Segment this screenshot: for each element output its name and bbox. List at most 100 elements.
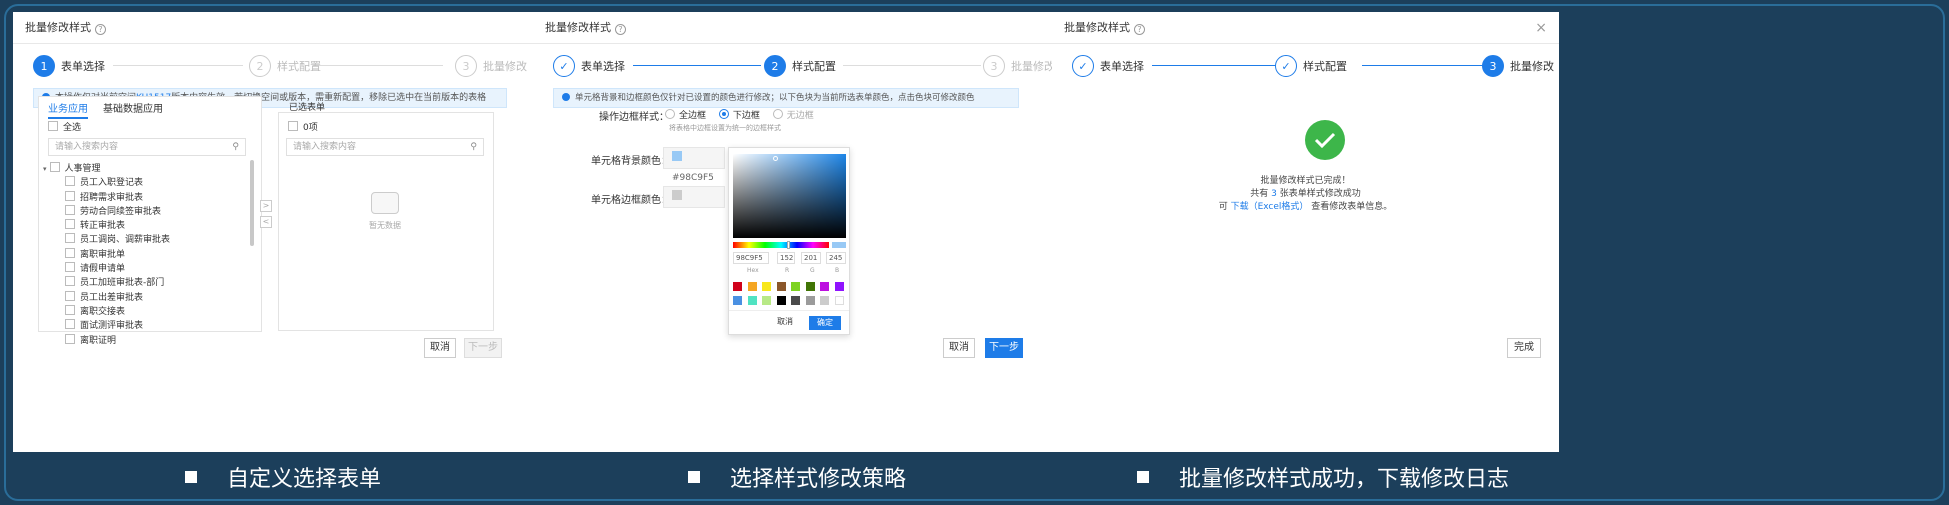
checkbox[interactable]	[65, 176, 75, 187]
caption-text: 批量修改样式成功，下载修改日志	[1179, 467, 1510, 492]
selected-search-input[interactable]: 请输入搜索内容 ⚲	[286, 138, 484, 156]
tab-business-apps[interactable]: 业务应用	[48, 100, 88, 119]
preset-color-swatch[interactable]	[747, 282, 757, 291]
tree-item[interactable]: 招聘需求审批表	[43, 190, 170, 205]
move-right-button[interactable]: >	[260, 200, 272, 212]
checkbox[interactable]	[65, 333, 75, 344]
tree-item[interactable]: 面试测评审批表	[43, 319, 170, 333]
tree-item[interactable]: 员工入职登记表	[43, 176, 170, 190]
bg-color-field[interactable]: #98C9F5	[663, 147, 725, 183]
radio[interactable]	[718, 109, 729, 119]
hue-slider[interactable]	[733, 242, 829, 248]
source-search-input[interactable]: 请输入搜索内容 ⚲	[48, 138, 246, 156]
checkbox[interactable]	[65, 319, 75, 330]
checkbox[interactable]	[65, 247, 75, 258]
cancel-button[interactable]: 取消	[424, 338, 456, 358]
done-button[interactable]: 完成	[1507, 338, 1541, 358]
step-3: 3 批量修改	[1482, 52, 1554, 80]
tab-basic-data-apps[interactable]: 基础数据应用	[103, 100, 163, 115]
radio-all-border[interactable]: 全边框	[665, 109, 706, 121]
checkbox[interactable]	[65, 219, 75, 230]
checkbox[interactable]	[49, 162, 60, 172]
caption-text: 选择样式修改策略	[730, 467, 907, 492]
next-button[interactable]: 下一步	[985, 338, 1023, 358]
cancel-button[interactable]: 取消	[943, 338, 975, 358]
preset-color-swatch[interactable]	[776, 296, 786, 305]
checkbox[interactable]	[288, 121, 298, 131]
color-swatch[interactable]	[672, 190, 682, 200]
caption-text: 自定义选择表单	[227, 467, 382, 492]
checkbox[interactable]	[65, 190, 75, 201]
move-left-button[interactable]: <	[260, 216, 272, 228]
preset-color-swatch[interactable]	[776, 282, 786, 291]
tree-item[interactable]: 请假申请单	[43, 262, 170, 276]
checkbox[interactable]	[65, 304, 75, 315]
preset-color-swatch[interactable]	[733, 282, 742, 291]
border-style-radio-group: 全边框 下边框 无边框	[665, 108, 814, 121]
preset-color-swatch[interactable]	[762, 282, 771, 291]
preset-color-swatch[interactable]	[820, 282, 829, 291]
dialog-title: 批量修改样式	[545, 21, 611, 34]
preset-color-swatch[interactable]	[820, 296, 829, 305]
preset-color-swatch[interactable]	[791, 282, 800, 291]
tree-item[interactable]: 离职交接表	[43, 304, 170, 319]
saturation-value-area[interactable]	[733, 154, 846, 238]
help-icon[interactable]: ?	[615, 24, 626, 35]
step-label: 样式配置	[792, 60, 836, 73]
tree-item[interactable]: 员工加班审批表-部门	[43, 276, 170, 290]
close-icon[interactable]: ×	[1535, 12, 1547, 44]
help-icon[interactable]: ?	[95, 24, 106, 35]
radio-label: 无边框	[786, 111, 814, 121]
step-connector	[313, 65, 443, 66]
r-input[interactable]: 152	[777, 252, 795, 264]
checkbox[interactable]	[65, 276, 75, 287]
preset-color-swatch[interactable]	[762, 296, 771, 305]
caption-1: 自定义选择表单	[185, 458, 381, 496]
radio[interactable]	[772, 109, 783, 119]
hex-input[interactable]: 98C9F5	[733, 252, 769, 264]
download-excel-link[interactable]: 下载（Excel格式）	[1231, 202, 1309, 212]
tree-item[interactable]: 员工调岗、调薪审批表	[43, 233, 170, 247]
dialog-batch-result: 批量修改样式? × ✓ 表单选择 ✓ 样式配置 3 批量修改 批量修改样式已完成…	[1052, 12, 1559, 452]
preset-color-swatch[interactable]	[834, 296, 844, 305]
color-swatch[interactable]	[672, 151, 682, 161]
preset-color-swatch[interactable]	[834, 282, 844, 291]
hue-handle[interactable]	[787, 241, 790, 249]
preset-color-swatch[interactable]	[805, 296, 815, 305]
g-input[interactable]: 201	[801, 252, 821, 264]
tree-item[interactable]: 离职审批单	[43, 247, 170, 262]
preset-color-swatch[interactable]	[733, 296, 742, 305]
preset-color-swatch[interactable]	[747, 296, 757, 305]
caret-down-icon[interactable]: ▾	[43, 165, 47, 173]
tree-label: 员工加班审批表-部门	[80, 278, 165, 289]
tree-item[interactable]: 离职证明	[43, 333, 170, 344]
tree-node-root[interactable]: ▾ 人事管理	[43, 162, 170, 176]
border-color-field[interactable]: #CCCCCC	[663, 186, 725, 208]
checkbox[interactable]	[65, 262, 75, 273]
scrollbar[interactable]	[250, 160, 254, 246]
select-all[interactable]: 全选	[48, 120, 81, 133]
tree-label: 请假申请单	[80, 264, 126, 275]
radio[interactable]	[665, 109, 675, 119]
preset-color-swatch[interactable]	[791, 296, 800, 305]
preset-color-swatch[interactable]	[805, 282, 815, 291]
selected-count[interactable]: 0项	[288, 120, 318, 133]
tree-item[interactable]: 劳动合同续签审批表	[43, 204, 170, 219]
radio-bottom-border[interactable]: 下边框	[718, 109, 760, 121]
picker-ok-button[interactable]: 确定	[809, 316, 841, 330]
checkbox[interactable]	[65, 233, 75, 244]
next-button[interactable]: 下一步	[464, 338, 502, 358]
radio-no-border[interactable]: 无边框	[772, 109, 814, 121]
bullet-square-icon	[1137, 471, 1149, 483]
checkbox[interactable]	[65, 290, 75, 301]
picker-cancel-button[interactable]: 取消	[771, 316, 799, 330]
steps-bar: ✓ 表单选择 ✓ 样式配置 3 批量修改	[1072, 52, 1554, 80]
checkbox[interactable]	[65, 204, 75, 215]
step-label: 表单选择	[581, 60, 625, 73]
checkbox[interactable]	[48, 121, 58, 131]
b-input[interactable]: 245	[826, 252, 846, 264]
help-icon[interactable]: ?	[1134, 24, 1145, 35]
tree-item[interactable]: 转正审批表	[43, 219, 170, 233]
picker-cursor[interactable]	[773, 156, 778, 161]
tree-item[interactable]: 员工出差审批表	[43, 290, 170, 305]
